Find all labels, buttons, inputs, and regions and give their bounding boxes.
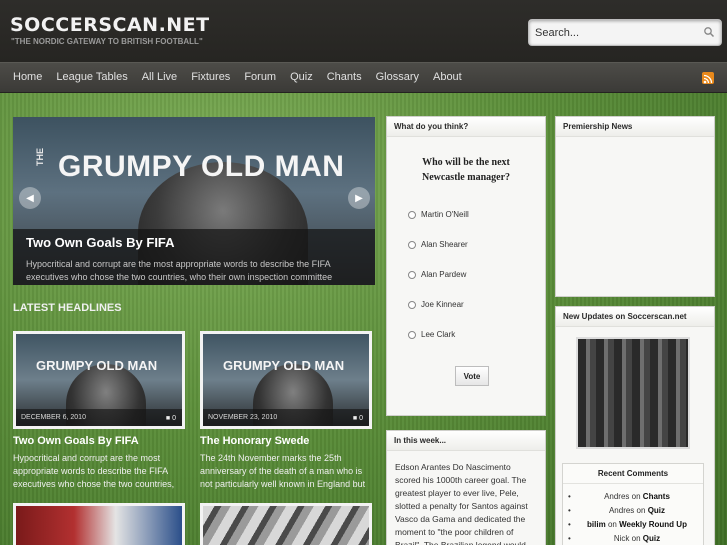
- recent-comments: Recent Comments Andres on Chants Andres …: [562, 463, 704, 545]
- poll-option[interactable]: Lee Clark: [408, 330, 455, 339]
- post-thumbnail-football[interactable]: [13, 503, 185, 545]
- this-week-widget: In this week... Edson Arantes Do Nascime…: [386, 430, 546, 545]
- slider-prev-arrow-icon[interactable]: ◀: [19, 187, 41, 209]
- radio-button[interactable]: [408, 330, 416, 339]
- nav-home[interactable]: Home: [0, 62, 49, 93]
- slider-excerpt: Hypocritical and corrupt are the most ap…: [26, 259, 333, 282]
- new-updates-title: New Updates on Soccerscan.net: [556, 307, 714, 327]
- search-box[interactable]: [528, 19, 722, 46]
- this-week-title: In this week...: [387, 431, 545, 451]
- poll-option[interactable]: Alan Shearer: [408, 240, 468, 249]
- post-title[interactable]: Two Own Goals By FIFA: [13, 435, 185, 447]
- post-title[interactable]: The Honorary Swede: [200, 435, 372, 447]
- post-thumbnail[interactable]: GRUMPY OLD MAN DECEMBER 6, 2010 ■ 0: [13, 331, 185, 429]
- post-thumbnail-brand: GRUMPY OLD MAN: [36, 358, 158, 373]
- comment-icon: ■: [352, 415, 358, 422]
- slider-caption: Two Own Goals By FIFA Hypocritical and c…: [13, 229, 375, 285]
- vote-button[interactable]: Vote: [455, 366, 489, 386]
- poll-option[interactable]: Martin O'Neill: [408, 210, 469, 219]
- post-card[interactable]: GRUMPY OLD MAN NOVEMBER 23, 2010 ■ 0 The…: [200, 331, 372, 491]
- radio-button[interactable]: [408, 270, 416, 279]
- recent-comment-item: Andres on Quiz: [563, 504, 703, 518]
- post-excerpt: The 24th November marks the 25th anniver…: [200, 453, 366, 489]
- nav-glossary[interactable]: Glossary: [369, 62, 426, 93]
- search-input[interactable]: [529, 26, 699, 39]
- post-thumbnail-brand: GRUMPY OLD MAN: [223, 358, 345, 373]
- new-updates-widget: New Updates on Soccerscan.net Recent Com…: [555, 306, 715, 545]
- latest-headlines-heading: LATEST HEADLINES: [13, 302, 122, 314]
- radio-button[interactable]: [408, 300, 416, 309]
- poll-question: Who will be the next Newcastle manager?: [421, 157, 511, 183]
- premiership-news-title: Premiership News: [556, 117, 714, 137]
- recent-comment-item: bilim on Weekly Round Up: [563, 518, 703, 532]
- post-thumbnail[interactable]: GRUMPY OLD MAN NOVEMBER 23, 2010 ■ 0: [200, 331, 372, 429]
- nav-quiz[interactable]: Quiz: [283, 62, 320, 93]
- post-date: DECEMBER 6, 2010: [16, 409, 182, 426]
- team-photo[interactable]: [576, 337, 690, 449]
- nav-forum[interactable]: Forum: [237, 62, 283, 93]
- featured-slider[interactable]: THE GRUMPY OLD MAN ◀ ▶ Two Own Goals By …: [13, 117, 375, 285]
- post-excerpt: Hypocritical and corrupt are the most ap…: [13, 453, 175, 489]
- recent-comment-item: Andres on Chants: [563, 490, 703, 504]
- comment-icon: ■: [165, 415, 171, 422]
- radio-button[interactable]: [408, 210, 416, 219]
- recent-comments-title: Recent Comments: [563, 464, 703, 484]
- slider-brand: GRUMPY OLD MAN: [58, 150, 345, 183]
- poll-title: What do you think?: [387, 117, 545, 137]
- nav-chants[interactable]: Chants: [320, 62, 369, 93]
- poll-option[interactable]: Joe Kinnear: [408, 300, 464, 309]
- site-header: SOCCERSCAN.NET "THE NORDIC GATEWAY TO BR…: [0, 0, 727, 62]
- nav-league-tables[interactable]: League Tables: [49, 62, 134, 93]
- post-thumbnail-newspaper[interactable]: [200, 503, 372, 545]
- nav-fixtures[interactable]: Fixtures: [184, 62, 237, 93]
- poll-option[interactable]: Alan Pardew: [408, 270, 466, 279]
- site-tagline: "THE NORDIC GATEWAY TO BRITISH FOOTBALL": [11, 37, 203, 46]
- slider-brand-small: THE: [35, 148, 45, 166]
- post-comment-count[interactable]: ■ 0: [353, 415, 363, 422]
- this-week-text: Edson Arantes Do Nascimento scored his 1…: [395, 462, 528, 545]
- nav-about[interactable]: About: [426, 62, 469, 93]
- site-title[interactable]: SOCCERSCAN.NET: [10, 14, 210, 36]
- slider-next-arrow-icon[interactable]: ▶: [348, 187, 370, 209]
- poll-widget: What do you think? Who will be the next …: [386, 116, 546, 416]
- slider-headline[interactable]: Two Own Goals By FIFA: [26, 235, 362, 250]
- rss-icon[interactable]: [702, 72, 714, 84]
- post-comment-count[interactable]: ■ 0: [166, 415, 176, 422]
- recent-comment-item: Nick on Quiz: [563, 532, 703, 545]
- search-icon[interactable]: [703, 26, 715, 38]
- post-date: NOVEMBER 23, 2010: [203, 409, 369, 426]
- radio-button[interactable]: [408, 240, 416, 249]
- nav-all-live[interactable]: All Live: [135, 62, 184, 93]
- post-card[interactable]: GRUMPY OLD MAN DECEMBER 6, 2010 ■ 0 Two …: [13, 331, 185, 491]
- main-nav: Home League Tables All Live Fixtures For…: [0, 62, 727, 93]
- premiership-news-widget: Premiership News: [555, 116, 715, 297]
